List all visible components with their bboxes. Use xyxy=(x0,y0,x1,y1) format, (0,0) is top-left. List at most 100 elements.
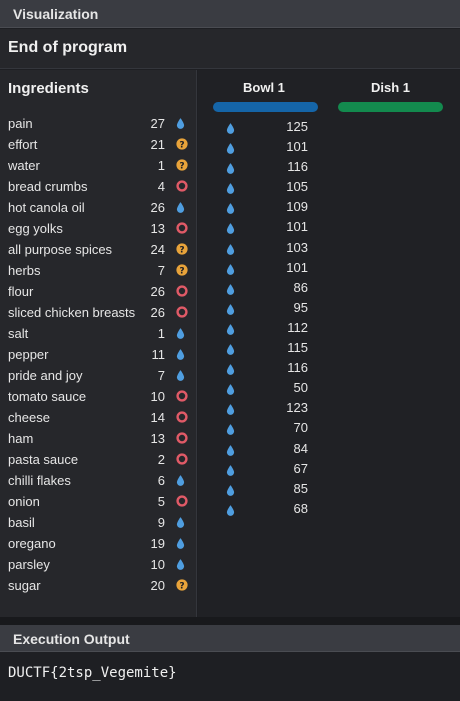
dish-1-bar xyxy=(338,102,443,112)
ingredient-quantity: 10 xyxy=(150,389,165,404)
bowl-item-value: 115 xyxy=(287,340,308,356)
bowl-item-value: 109 xyxy=(286,199,308,215)
ingredient-name: cheese xyxy=(8,410,50,425)
bowl-item: 67 xyxy=(198,458,328,478)
program-status-bar: End of program xyxy=(0,29,460,69)
unknown-icon: ? xyxy=(176,264,188,276)
ingredient-name: hot canola oil xyxy=(8,200,85,215)
ingredient-row: sugar 20? xyxy=(0,575,197,596)
ingredient-quantity: 10 xyxy=(150,557,165,572)
bowl-item-value: 70 xyxy=(293,420,308,436)
ingredients-panel: Ingredients pain 27 effort 21? water 1? bread … xyxy=(0,70,197,617)
liquid-drop-icon xyxy=(226,222,235,235)
ingredient-row: onion 5 xyxy=(0,491,197,512)
unknown-icon: ? xyxy=(176,579,188,591)
bowl-item-value: 101 xyxy=(286,219,308,235)
bowl-1-contents: 125 101 116 105 109 101 103 101 86 95 112 115 116 50 1… xyxy=(198,116,328,518)
ingredient-row: effort 21? xyxy=(0,134,197,155)
svg-text:?: ? xyxy=(179,581,184,591)
ingredient-quantity: 7 xyxy=(157,368,165,383)
ingredient-row: sliced chicken breasts 26 xyxy=(0,302,197,323)
bowl-item: 70 xyxy=(198,417,328,437)
bowl-item-value: 68 xyxy=(293,500,308,516)
liquid-drop-icon xyxy=(226,162,235,175)
liquid-drop-icon xyxy=(176,327,187,339)
ingredient-row: pride and joy 7 xyxy=(0,365,197,386)
liquid-drop-icon xyxy=(226,343,235,355)
liquid-drop-icon xyxy=(226,484,235,496)
unknown-icon: ? xyxy=(176,138,188,150)
ingredient-name: all purpose spices xyxy=(8,242,113,257)
bowl-item-value: 85 xyxy=(293,480,308,496)
ingredient-name: onion xyxy=(8,494,40,509)
ingredient-quantity: 13 xyxy=(150,431,165,446)
ingredient-quantity: 26 xyxy=(150,305,165,320)
ingredient-row: oregano 19 xyxy=(0,533,197,554)
ingredient-row: egg yolks 13 xyxy=(0,218,197,239)
execution-output-title: Execution Output xyxy=(13,631,130,647)
ingredient-quantity: 6 xyxy=(157,473,165,488)
svg-text:?: ? xyxy=(179,161,184,171)
bowl-item: 116 xyxy=(198,357,328,377)
liquid-drop-icon xyxy=(226,283,235,295)
svg-text:?: ? xyxy=(179,245,184,255)
ingredient-name: oregano xyxy=(8,536,56,551)
ingredient-row: parsley 10 xyxy=(0,554,197,575)
bowl-item: 101 xyxy=(198,136,328,156)
ingredient-name: tomato sauce xyxy=(8,389,87,404)
ingredient-quantity: 27 xyxy=(150,116,165,131)
liquid-drop-icon xyxy=(226,444,235,456)
bowl-item: 101 xyxy=(198,257,328,277)
liquid-drop-icon xyxy=(226,263,235,275)
program-status: End of program xyxy=(8,39,128,56)
ingredient-name: herbs xyxy=(8,263,41,278)
ingredient-row: bread crumbs 4 xyxy=(0,176,197,197)
execution-output: DUCTF{2tsp_Vegemite} xyxy=(0,652,460,701)
ingredient-quantity: 24 xyxy=(150,242,165,257)
svg-text:?: ? xyxy=(179,266,184,276)
liquid-drop-icon xyxy=(176,201,187,213)
ingredient-row: pain 27 xyxy=(0,113,197,134)
ingredient-row: tomato sauce 10 xyxy=(0,386,197,407)
liquid-drop-icon xyxy=(226,464,235,476)
liquid-drop-icon xyxy=(226,202,235,215)
bowl-item-value: 50 xyxy=(293,380,308,396)
bowl-item: 115 xyxy=(198,337,328,357)
bowl-1-bar xyxy=(213,102,318,112)
bowl-item-value: 116 xyxy=(287,360,308,376)
bowl-item: 84 xyxy=(198,438,328,458)
ingredient-name: flour xyxy=(8,284,34,299)
bowl-item: 109 xyxy=(198,196,328,216)
ingredient-name: pain xyxy=(8,116,33,131)
bowl-item: 86 xyxy=(198,277,328,297)
execution-output-text: DUCTF{2tsp_Vegemite} xyxy=(8,665,177,681)
ingredient-row: basil 9 xyxy=(0,512,197,533)
panel-divider xyxy=(0,617,460,625)
dry-ring-icon xyxy=(176,306,188,318)
svg-text:?: ? xyxy=(179,140,184,150)
liquid-drop-icon xyxy=(176,558,187,570)
bowl-item-value: 67 xyxy=(293,460,308,476)
ingredient-name: water xyxy=(8,158,40,173)
liquid-drop-icon xyxy=(226,142,235,154)
bowl-item: 103 xyxy=(198,237,328,257)
bowl-item-value: 101 xyxy=(286,139,308,155)
ingredient-row: water 1? xyxy=(0,155,197,176)
bowl-1-label: Bowl 1 xyxy=(243,80,285,95)
ingredient-name: parsley xyxy=(8,557,50,572)
ingredient-quantity: 1 xyxy=(157,326,165,341)
bowl-item-value: 103 xyxy=(286,239,308,255)
liquid-drop-icon xyxy=(176,369,187,381)
liquid-drop-icon xyxy=(176,516,187,528)
ingredient-name: basil xyxy=(8,515,35,530)
ingredient-row: herbs 7? xyxy=(0,260,197,281)
liquid-drop-icon xyxy=(226,303,235,315)
bowl-item-value: 105 xyxy=(286,179,308,195)
bowl-item-value: 95 xyxy=(293,299,308,315)
ingredient-quantity: 5 xyxy=(157,494,165,509)
bowl-item: 123 xyxy=(198,397,328,417)
bowl-item-value: 116 xyxy=(287,159,308,175)
liquid-drop-icon xyxy=(226,363,235,376)
ingredient-name: egg yolks xyxy=(8,221,63,236)
ingredient-quantity: 13 xyxy=(150,221,165,236)
